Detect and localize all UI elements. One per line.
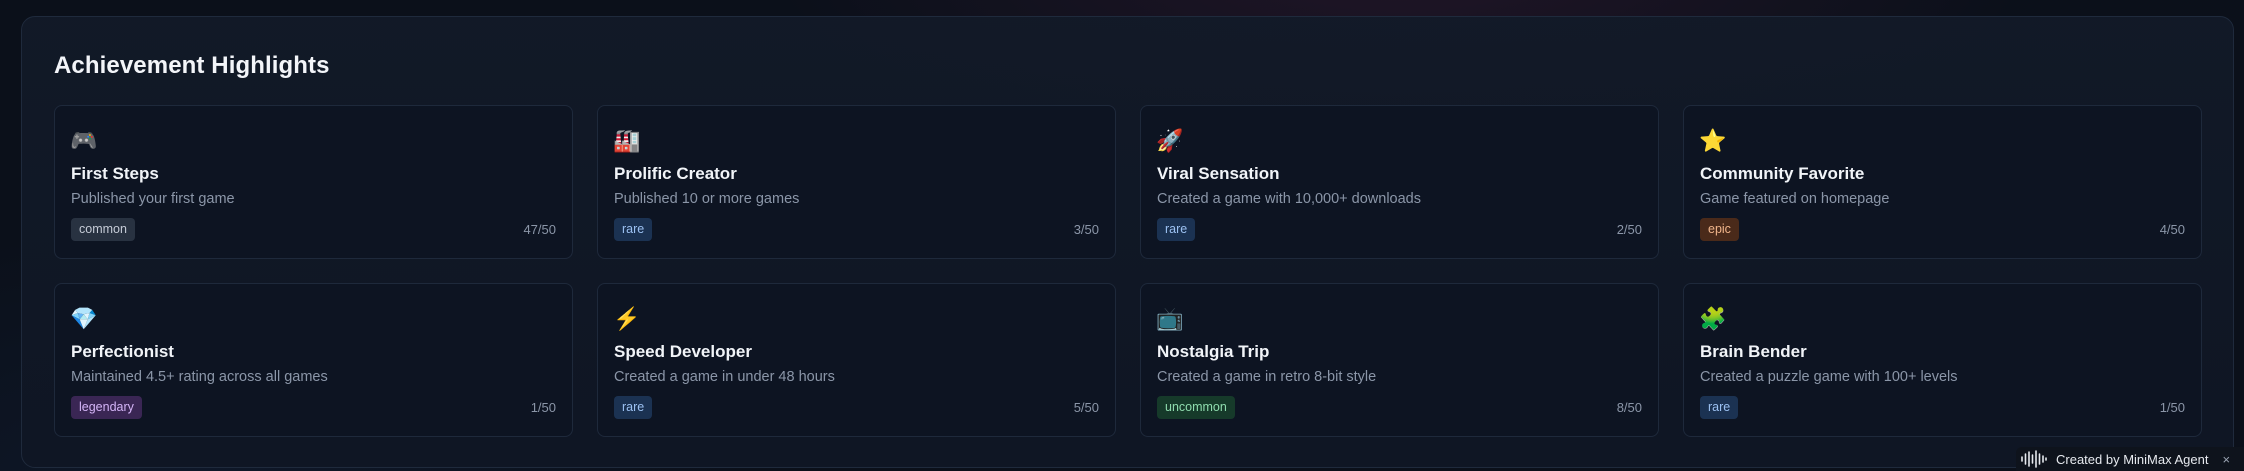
- achievement-card-viral-sensation[interactable]: 🚀 Viral Sensation Created a game with 10…: [1140, 105, 1659, 259]
- gem-icon: 💎: [70, 306, 98, 331]
- puzzle-piece-icon: 🧩: [1699, 306, 1727, 331]
- retro-tv-icon: 📺: [1156, 306, 1184, 331]
- achievement-title: Brain Bender: [1700, 342, 1807, 361]
- achievement-card-first-steps[interactable]: 🎮 First Steps Published your first game …: [54, 105, 573, 259]
- achievement-description: Created a game in under 48 hours: [614, 369, 835, 385]
- rarity-badge: legendary: [71, 396, 142, 419]
- achievement-count: 1/50: [2159, 400, 2185, 415]
- achievement-highlights-panel: Achievement Highlights 🎮 First Steps Pub…: [21, 16, 2234, 468]
- achievement-card-brain-bender[interactable]: 🧩 Brain Bender Created a puzzle game wit…: [1683, 283, 2202, 437]
- achievement-title: First Steps: [71, 164, 159, 183]
- achievement-card-perfectionist[interactable]: 💎 Perfectionist Maintained 4.5+ rating a…: [54, 283, 573, 437]
- rocket-icon: 🚀: [1156, 128, 1184, 153]
- rarity-badge: epic: [1700, 218, 1739, 241]
- achievement-title: Viral Sensation: [1157, 164, 1280, 183]
- achievement-description: Created a game with 10,000+ downloads: [1157, 191, 1421, 207]
- lightning-icon: ⚡: [613, 306, 641, 331]
- achievement-title: Prolific Creator: [614, 164, 737, 183]
- achievement-description: Published your first game: [71, 191, 235, 207]
- achievement-count: 5/50: [1073, 400, 1099, 415]
- achievement-count: 1/50: [530, 400, 556, 415]
- created-by-label: Created by MiniMax Agent: [2056, 451, 2209, 467]
- achievement-description: Created a puzzle game with 100+ levels: [1700, 369, 1958, 385]
- achievement-description: Published 10 or more games: [614, 191, 800, 207]
- created-by-badge[interactable]: Created by MiniMax Agent ×: [2016, 447, 2244, 471]
- achievement-card-community-favorite[interactable]: ⭐ Community Favorite Game featured on ho…: [1683, 105, 2202, 259]
- rarity-badge: rare: [614, 218, 653, 241]
- rarity-badge: rare: [1157, 218, 1196, 241]
- achievement-count: 3/50: [1073, 222, 1099, 237]
- rarity-badge: rare: [1700, 396, 1739, 419]
- achievement-title: Community Favorite: [1700, 164, 1865, 183]
- achievement-count: 47/50: [523, 222, 556, 237]
- achievement-count: 8/50: [1616, 400, 1642, 415]
- achievement-description: Game featured on homepage: [1700, 191, 1890, 207]
- achievement-card-speed-developer[interactable]: ⚡ Speed Developer Created a game in unde…: [597, 283, 1116, 437]
- rarity-badge: rare: [614, 396, 653, 419]
- game-controller-icon: 🎮: [70, 128, 98, 153]
- achievement-card-nostalgia-trip[interactable]: 📺 Nostalgia Trip Created a game in retro…: [1140, 283, 1659, 437]
- achievement-count: 2/50: [1616, 222, 1642, 237]
- achievement-count: 4/50: [2159, 222, 2185, 237]
- achievement-description: Maintained 4.5+ rating across all games: [71, 369, 328, 385]
- achievement-grid: 🎮 First Steps Published your first game …: [54, 105, 2202, 437]
- star-icon: ⭐: [1699, 128, 1727, 153]
- rarity-badge: uncommon: [1157, 396, 1235, 419]
- section-title: Achievement Highlights: [54, 52, 330, 79]
- achievement-title: Perfectionist: [71, 342, 174, 361]
- achievement-title: Speed Developer: [614, 342, 752, 361]
- factory-icon: 🏭: [613, 128, 641, 153]
- rarity-badge: common: [71, 218, 135, 241]
- achievement-description: Created a game in retro 8-bit style: [1157, 369, 1377, 385]
- audio-wave-logo-icon: [2020, 450, 2048, 468]
- close-icon[interactable]: ×: [2222, 452, 2230, 467]
- achievement-title: Nostalgia Trip: [1157, 342, 1270, 361]
- achievement-card-prolific-creator[interactable]: 🏭 Prolific Creator Published 10 or more …: [597, 105, 1116, 259]
